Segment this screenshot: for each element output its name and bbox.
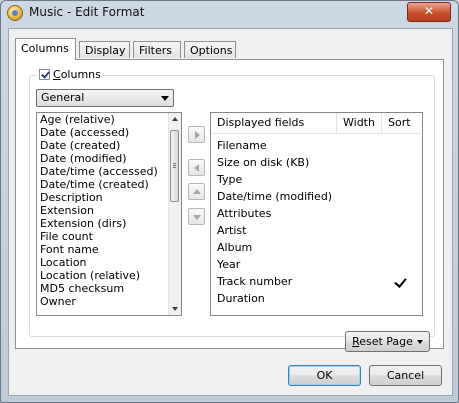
displayed-field-row[interactable]: Size on disk (KB) xyxy=(217,154,309,171)
available-field-item[interactable]: Age (relative) xyxy=(37,113,181,126)
arrow-right-icon xyxy=(195,131,200,139)
available-field-item[interactable]: Date (accessed) xyxy=(37,126,181,139)
arrow-left-icon xyxy=(194,164,199,172)
available-field-item[interactable]: Font name xyxy=(37,243,181,256)
displayed-fields-list[interactable]: Displayed fields Width Sort Filename Siz… xyxy=(210,112,423,316)
available-field-item[interactable]: Location xyxy=(37,256,181,269)
tab-options[interactable]: Options xyxy=(184,41,236,58)
columns-checkbox[interactable] xyxy=(39,69,50,80)
header-sort[interactable]: Sort xyxy=(381,113,423,133)
sort-checkmark-icon[interactable] xyxy=(394,275,407,288)
header-width[interactable]: Width xyxy=(336,113,381,133)
displayed-fields-header: Displayed fields Width Sort xyxy=(211,113,422,134)
add-field-button[interactable] xyxy=(188,126,205,143)
edit-format-window: Music - Edit Format ✕ Columns Display Fi… xyxy=(0,0,459,403)
close-button[interactable]: ✕ xyxy=(407,2,451,22)
move-down-button[interactable] xyxy=(188,208,205,225)
remove-field-button[interactable] xyxy=(188,159,205,176)
available-field-item[interactable]: Extension xyxy=(37,204,181,217)
displayed-field-row[interactable]: Artist xyxy=(217,222,246,239)
available-field-item[interactable]: Date (modified) xyxy=(37,152,181,165)
displayed-field-row[interactable]: Attributes xyxy=(217,205,271,222)
displayed-field-row[interactable]: Track number xyxy=(217,273,292,290)
available-field-item[interactable]: Date/time (accessed) xyxy=(37,165,181,178)
displayed-field-row[interactable]: Date/time (modified) xyxy=(217,188,332,205)
scroll-up-arrow-icon[interactable] xyxy=(172,117,178,121)
chevron-down-icon xyxy=(416,340,423,344)
title-bar[interactable]: Music - Edit Format ✕ xyxy=(1,1,458,25)
reset-page-button[interactable]: Reset Page xyxy=(345,331,430,352)
category-dropdown-value: General xyxy=(41,91,85,104)
move-up-button[interactable] xyxy=(188,183,205,200)
available-field-item[interactable]: Location (relative) xyxy=(37,269,181,282)
category-dropdown[interactable]: General xyxy=(36,89,174,107)
dialog-client: Columns Display Filters Options Columns … xyxy=(8,28,453,396)
displayed-field-row[interactable]: Duration xyxy=(217,290,265,307)
tab-display[interactable]: Display xyxy=(79,41,130,58)
scroll-down-arrow-icon[interactable] xyxy=(172,307,178,311)
arrow-down-icon xyxy=(193,215,201,220)
header-displayed-fields[interactable]: Displayed fields xyxy=(211,113,336,133)
tab-filters[interactable]: Filters xyxy=(133,41,181,58)
displayed-field-row[interactable]: Type xyxy=(217,171,242,188)
scrollbar-thumb[interactable] xyxy=(170,130,179,202)
available-field-item[interactable]: Date/time (created) xyxy=(37,178,181,191)
tab-columns[interactable]: Columns xyxy=(15,38,76,60)
grip-icon xyxy=(173,163,176,164)
window-title: Music - Edit Format xyxy=(29,5,145,19)
available-field-item[interactable]: Description xyxy=(37,191,181,204)
arrow-up-icon xyxy=(193,189,201,194)
app-icon xyxy=(7,5,23,21)
displayed-field-row[interactable]: Year xyxy=(217,256,240,273)
displayed-field-row[interactable]: Filename xyxy=(217,137,267,154)
available-field-item[interactable]: MD5 checksum xyxy=(37,282,181,295)
available-field-item[interactable]: Date (created) xyxy=(37,139,181,152)
available-fields-list[interactable]: Age (relative) Date (accessed) Date (cre… xyxy=(36,112,182,316)
displayed-field-row[interactable]: Album xyxy=(217,239,252,256)
columns-checkbox-row[interactable]: Columns xyxy=(37,68,103,81)
available-fields-scrollbar[interactable] xyxy=(168,113,181,315)
columns-tab-panel: Columns General Age (relative) Date (acc… xyxy=(15,59,444,349)
available-field-item[interactable]: Extension (dirs) xyxy=(37,217,181,230)
available-field-item[interactable]: Owner xyxy=(37,295,181,308)
ok-button[interactable]: OK xyxy=(288,365,361,386)
cancel-button[interactable]: Cancel xyxy=(369,365,442,386)
available-field-item[interactable]: File count xyxy=(37,230,181,243)
columns-checkbox-label: Columns xyxy=(53,68,101,81)
chevron-down-icon xyxy=(161,96,169,101)
